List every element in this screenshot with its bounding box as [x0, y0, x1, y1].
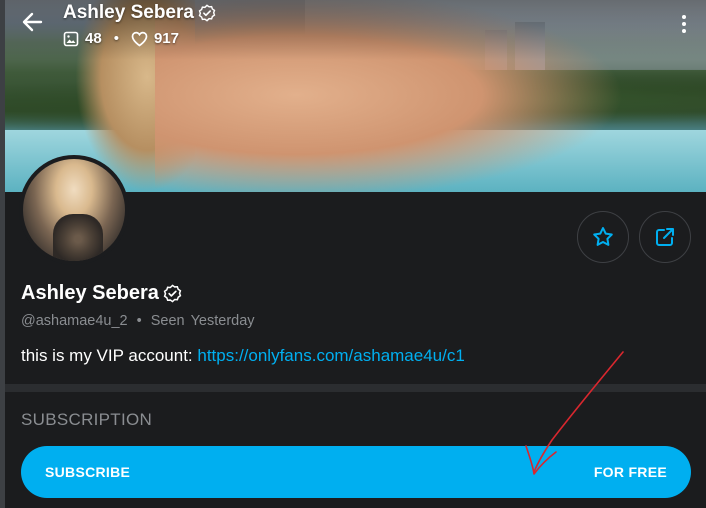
- top-bar: Ashley Sebera 48 • 917: [5, 0, 706, 56]
- profile-name-text: Ashley Sebera: [21, 282, 159, 304]
- back-arrow-icon: [22, 12, 43, 32]
- bio-link[interactable]: https://onlyfans.com/ashamae4u/c1: [197, 346, 464, 365]
- add-to-favorites-button[interactable]: [577, 211, 629, 263]
- avatar[interactable]: [19, 155, 129, 265]
- more-options-button[interactable]: [675, 12, 693, 36]
- subscription-section-label: SUBSCRIPTION: [21, 410, 153, 429]
- seen-value: Yesterday: [190, 313, 255, 329]
- likes-count: 917: [153, 30, 179, 47]
- media-count: 48: [85, 30, 102, 47]
- section-divider: [5, 384, 706, 392]
- subscribe-price-label: FOR FREE: [593, 464, 667, 480]
- meta-separator: •: [136, 313, 142, 329]
- share-icon: [656, 228, 674, 246]
- image-icon: [63, 31, 79, 46]
- profile-name: Ashley Sebera: [21, 282, 182, 305]
- stats-separator: •: [113, 30, 119, 47]
- header-name: Ashley Sebera: [63, 2, 194, 23]
- verified-badge-icon: [198, 4, 216, 22]
- more-vertical-icon: [675, 15, 693, 33]
- profile-meta: @ashamae4u_2 • Seen Yesterday: [21, 313, 255, 329]
- heart-icon: [131, 31, 148, 47]
- header-title: Ashley Sebera: [63, 2, 216, 24]
- header-stats: 48 • 917: [63, 30, 179, 47]
- back-button[interactable]: [21, 10, 49, 38]
- profile-handle: @ashamae4u_2: [21, 313, 128, 329]
- seen-label: Seen: [150, 313, 185, 329]
- share-button[interactable]: [639, 211, 691, 263]
- subscribe-button[interactable]: SUBSCRIBE FOR FREE: [21, 446, 691, 498]
- verified-badge-icon: [163, 284, 182, 303]
- window-frame-edge: [0, 0, 5, 508]
- bio-text: this is my VIP account:: [21, 346, 198, 365]
- star-icon: [593, 227, 613, 246]
- profile-bio: this is my VIP account: https://onlyfans…: [21, 346, 465, 366]
- subscribe-button-label: SUBSCRIBE: [45, 464, 131, 480]
- avatar-image: [23, 159, 125, 261]
